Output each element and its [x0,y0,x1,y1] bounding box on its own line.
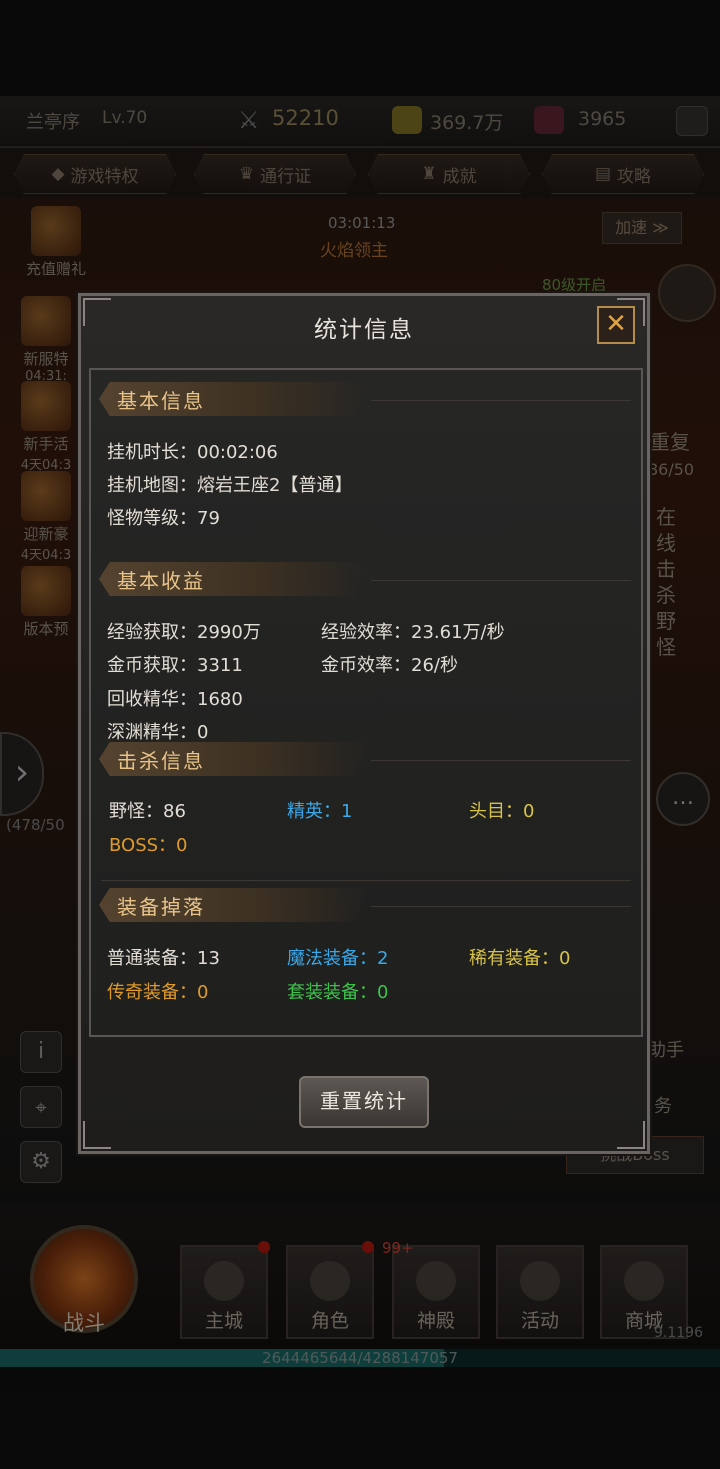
dialog-title: 统计信息 [314,317,414,343]
section-header-kills: 击杀信息 [99,742,369,776]
exp-rate: 经验效率：23.61万/秒 [321,622,505,643]
idle-time: 挂机时长：00:02:06 [107,442,278,463]
section-title: 基本信息 [117,389,205,413]
monster-level: 怪物等级：79 [107,508,220,529]
gold-gain: 金币获取：3311 [107,655,243,676]
section-title: 击杀信息 [117,749,205,773]
section-header-earnings: 基本收益 [99,562,369,596]
section-header-drops: 装备掉落 [99,888,369,922]
stats-panel: 基本信息 挂机时长：00:02:06 挂机地图：熔岩王座2【普通】 怪物等级：7… [89,368,643,1037]
gold-rate: 金币效率：26/秒 [321,655,458,676]
drop-rare: 稀有装备：0 [469,948,571,969]
drop-set: 套装装备：0 [287,982,389,1003]
divider [371,906,631,907]
section-header-basic: 基本信息 [99,382,369,416]
reset-stats-button[interactable]: 重置统计 [299,1076,429,1128]
idle-map: 挂机地图：熔岩王座2【普通】 [107,475,353,496]
section-title: 装备掉落 [117,895,205,919]
drop-magic: 魔法装备：2 [287,948,389,969]
kills-elite: 精英：1 [287,801,353,822]
corner-ornament [83,1121,111,1149]
kills-boss: BOSS：0 [109,835,188,856]
section-title: 基本收益 [117,569,205,593]
close-icon[interactable]: ✕ [597,306,635,344]
drop-normal: 普通装备：13 [107,948,220,969]
divider [101,880,631,881]
kills-chief: 头目：0 [469,801,535,822]
recycle-essence: 回收精华：1680 [107,689,243,710]
kills-wild: 野怪：86 [109,801,186,822]
corner-ornament [617,1121,645,1149]
divider [371,400,631,401]
exp-gain: 经验获取：2990万 [107,622,261,643]
divider [371,580,631,581]
divider [371,760,631,761]
stats-dialog: 统计信息 ✕ 基本信息 挂机时长：00:02:06 挂机地图：熔岩王座2【普通】… [78,293,650,1154]
abyss-essence: 深渊精华：0 [107,722,209,743]
drop-legend: 传奇装备：0 [107,982,209,1003]
